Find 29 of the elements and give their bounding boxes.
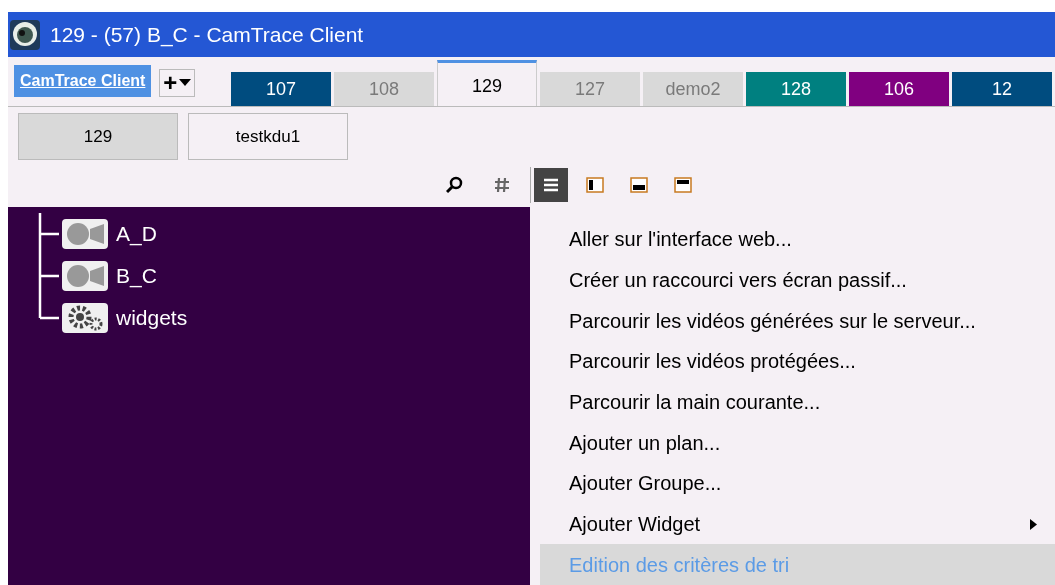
window-title: 129 - (57) B_C - CamTrace Client: [50, 21, 364, 49]
tree-item-label[interactable]: B_C: [116, 260, 157, 292]
tab[interactable]: 106: [849, 72, 949, 106]
menu-item[interactable]: Ajouter un plan...: [540, 422, 1055, 464]
tree-item-label[interactable]: A_D: [116, 218, 157, 250]
sub-tab[interactable]: testkdu1: [188, 113, 348, 160]
menu-item[interactable]: Créer un raccourci vers écran passif...: [540, 259, 1055, 301]
tree-item-label[interactable]: widgets: [116, 302, 188, 334]
menu-button[interactable]: [534, 168, 568, 202]
menu-item[interactable]: Parcourir la main courante...: [540, 381, 1055, 423]
tree-branch-line: [38, 213, 60, 255]
menu-item[interactable]: Parcourir les vidéos générées sur le serveur...: [540, 300, 1055, 341]
gears-icon: [62, 303, 108, 333]
add-dropdown-button[interactable]: +: [159, 69, 195, 97]
tab[interactable]: 128: [746, 72, 846, 106]
tab[interactable]: 12: [952, 72, 1052, 106]
video-camera-icon: [62, 261, 108, 291]
tab[interactable]: 107: [231, 72, 331, 106]
menu-item[interactable]: Ajouter Groupe...: [540, 463, 1055, 504]
tab[interactable]: 129: [437, 60, 537, 106]
sub-tab[interactable]: 129: [18, 113, 178, 160]
eye-icon: [10, 19, 40, 50]
caret-icon: [179, 79, 192, 87]
menu-item[interactable]: Aller sur l'interface web...: [540, 219, 1055, 260]
hash-icon[interactable]: [494, 177, 510, 193]
menu-item[interactable]: Parcourir les vidéos protégées...: [540, 341, 1055, 382]
menu-item[interactable]: Ajouter Widget: [540, 503, 1055, 545]
video-camera-icon: [62, 219, 108, 249]
search-icon[interactable]: [446, 176, 464, 194]
